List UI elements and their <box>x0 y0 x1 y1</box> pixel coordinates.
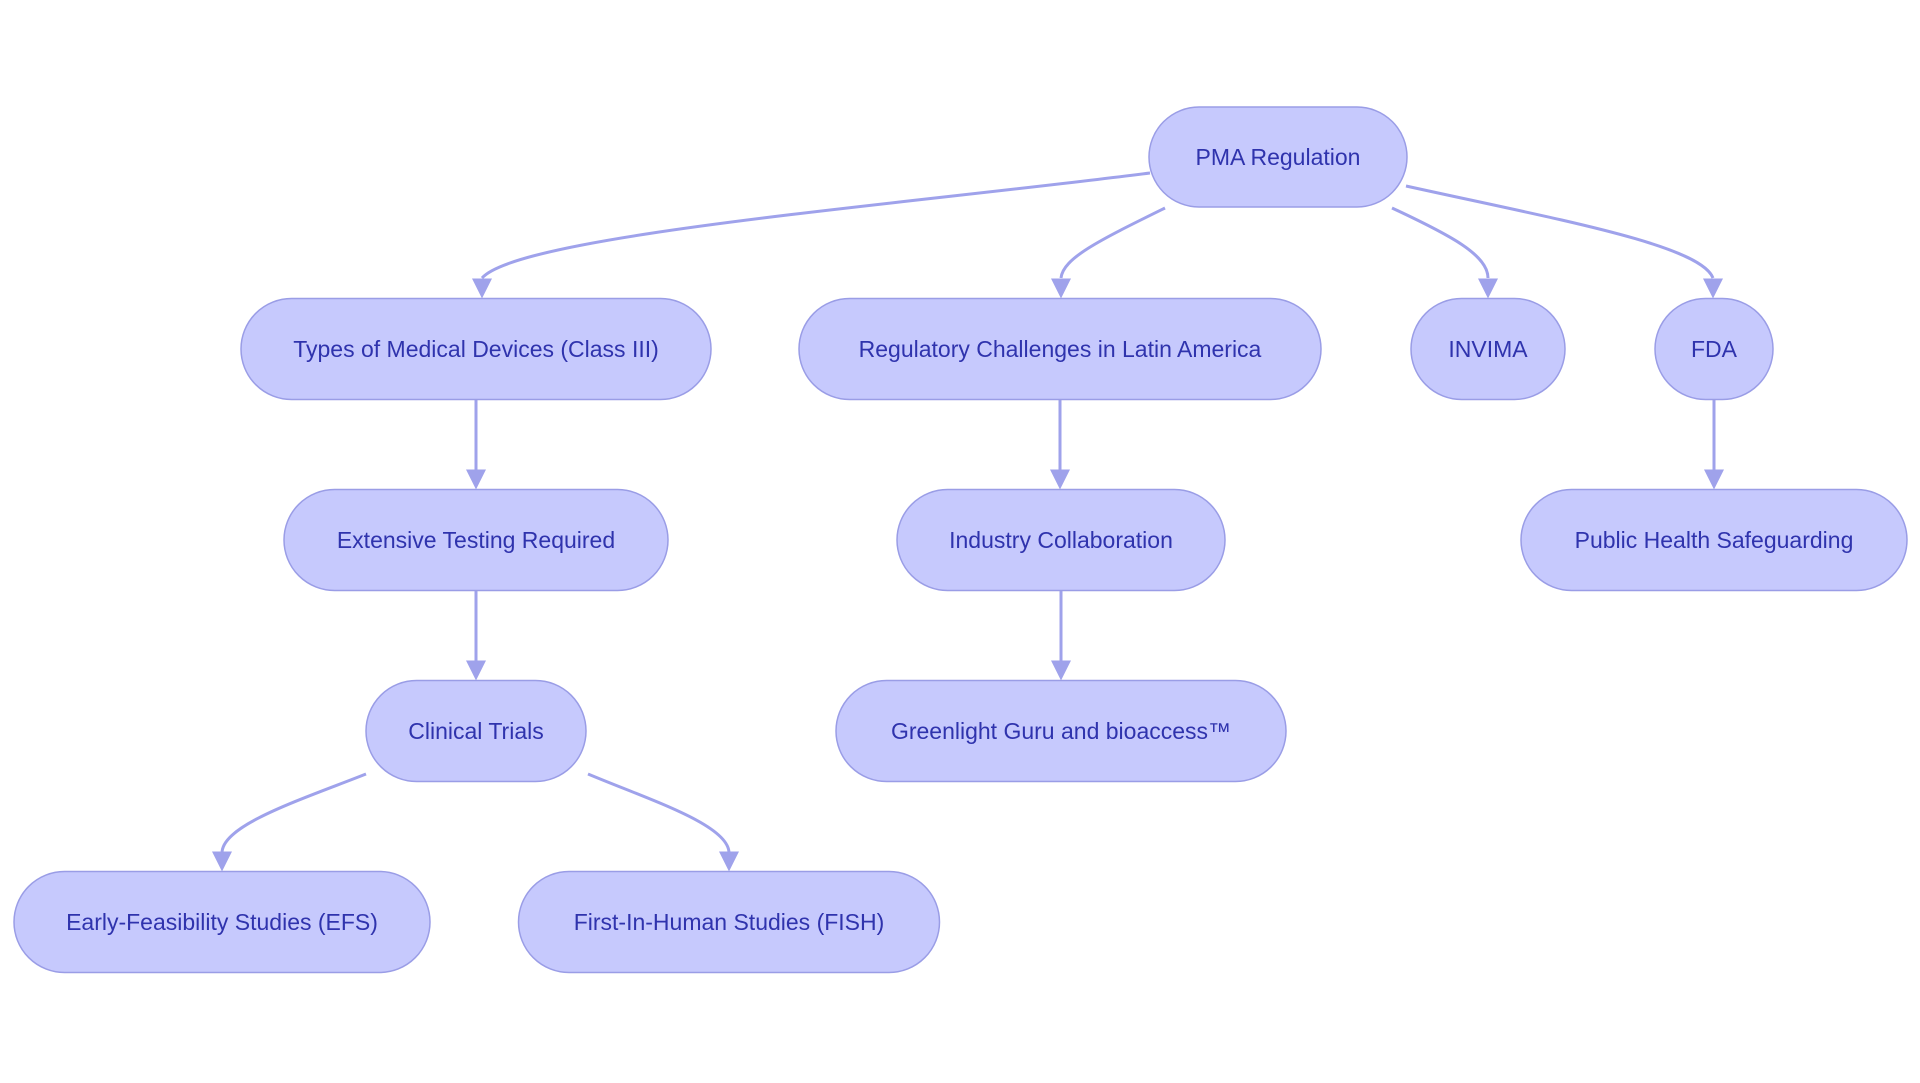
edge-clinical-efs <box>212 772 367 872</box>
node-label: FDA <box>1691 336 1738 362</box>
arrow-head-icon <box>1050 469 1070 490</box>
edge-line <box>1405 184 1715 279</box>
node-testing[interactable]: Extensive Testing Required <box>283 488 669 592</box>
node-label: Industry Collaboration <box>949 527 1173 553</box>
arrow-head-icon <box>1703 278 1723 299</box>
arrow-head-icon <box>719 851 739 872</box>
edge-types-testing <box>466 400 486 490</box>
edge-testing-clinical <box>466 591 486 681</box>
edge-industry-greenlight <box>1051 591 1071 681</box>
node-label: Regulatory Challenges in Latin America <box>859 336 1262 362</box>
node-clinical[interactable]: Clinical Trials <box>365 679 587 783</box>
node-label: Early-Feasibility Studies (EFS) <box>66 909 378 935</box>
edge-line <box>1391 206 1490 279</box>
node-label: Extensive Testing Required <box>337 527 615 553</box>
node-greenlight[interactable]: Greenlight Guru and bioaccess™ <box>835 679 1287 783</box>
edge-line <box>220 772 367 854</box>
node-label: Clinical Trials <box>408 718 543 744</box>
edge-pma-regulatory <box>1051 206 1166 299</box>
node-industry[interactable]: Industry Collaboration <box>896 488 1226 592</box>
edge-pma-types <box>472 171 1151 299</box>
arrow-head-icon <box>472 278 492 299</box>
arrow-head-icon <box>1051 278 1071 299</box>
node-fda[interactable]: FDA <box>1654 297 1774 401</box>
edge-pma-invima <box>1391 206 1498 299</box>
edge-pma-fda <box>1405 184 1723 299</box>
node-regulatory[interactable]: Regulatory Challenges in Latin America <box>798 297 1322 401</box>
node-pma[interactable]: PMA Regulation <box>1148 106 1408 208</box>
node-label: Greenlight Guru and bioaccess™ <box>891 718 1231 744</box>
node-types[interactable]: Types of Medical Devices (Class III) <box>240 297 712 401</box>
flowchart-diagram: PMA Regulation Types of Medical Devices (… <box>13 106 1908 974</box>
arrow-head-icon <box>1704 469 1724 490</box>
node-public[interactable]: Public Health Safeguarding <box>1520 488 1908 592</box>
edge-line <box>587 772 731 854</box>
node-efs[interactable]: Early-Feasibility Studies (EFS) <box>13 870 431 974</box>
edge-fda-public <box>1704 400 1724 490</box>
arrow-head-icon <box>1051 660 1071 681</box>
node-label: Public Health Safeguarding <box>1575 527 1854 553</box>
node-label: First-In-Human Studies (FISH) <box>574 909 885 935</box>
edge-line <box>1059 206 1166 279</box>
edge-clinical-fish <box>587 772 739 872</box>
node-invima[interactable]: INVIMA <box>1410 297 1566 401</box>
arrow-head-icon <box>466 660 486 681</box>
node-fish[interactable]: First-In-Human Studies (FISH) <box>517 870 941 974</box>
node-label: Types of Medical Devices (Class III) <box>293 336 659 362</box>
node-label: INVIMA <box>1448 336 1528 362</box>
arrow-head-icon <box>212 851 232 872</box>
node-label: PMA Regulation <box>1196 144 1361 170</box>
arrow-head-icon <box>1478 278 1498 299</box>
nodes-layer: PMA Regulation Types of Medical Devices (… <box>13 106 1908 974</box>
edge-regulatory-industry <box>1050 400 1070 490</box>
edge-line <box>480 171 1151 280</box>
arrow-head-icon <box>466 469 486 490</box>
